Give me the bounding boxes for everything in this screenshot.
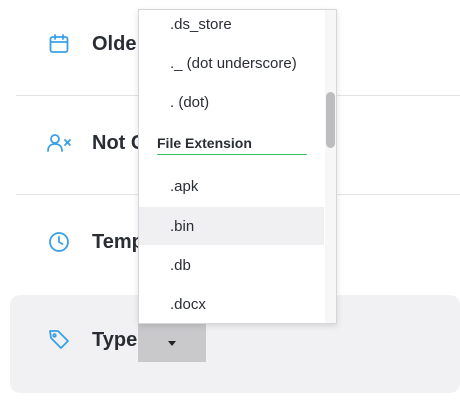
tag-icon [46, 326, 72, 352]
dropdown-option[interactable]: . (dot) [139, 83, 324, 121]
user-x-icon [46, 130, 72, 156]
filter-row-temp-label: Temp [92, 231, 144, 253]
type-dropdown-toggle[interactable] [138, 324, 206, 362]
filter-row-older-label: Olde [92, 33, 137, 55]
dropdown-option[interactable]: .docx [139, 285, 324, 323]
dropdown-option[interactable]: .db [139, 246, 324, 284]
dropdown-option[interactable]: .ds_store [139, 10, 324, 43]
clock-icon [46, 229, 72, 255]
caret-down-icon [168, 340, 176, 346]
filter-panel: Olde Not C Temp Type .ds_store ._ (dot u… [0, 0, 460, 401]
dropdown-option-hovered[interactable]: .bin [139, 207, 324, 245]
dropdown-scrollbar-thumb[interactable] [326, 92, 335, 148]
dropdown-scrollbar[interactable] [325, 10, 336, 323]
dropdown-option[interactable]: .apk [139, 167, 324, 205]
filter-row-type-label: Type [92, 329, 138, 351]
type-dropdown-menu[interactable]: .ds_store ._ (dot underscore) . (dot) Fi… [138, 9, 337, 324]
dropdown-group-header: File Extension [157, 135, 307, 155]
calendar-icon [46, 31, 72, 57]
dropdown-option[interactable]: ._ (dot underscore) [139, 44, 324, 82]
